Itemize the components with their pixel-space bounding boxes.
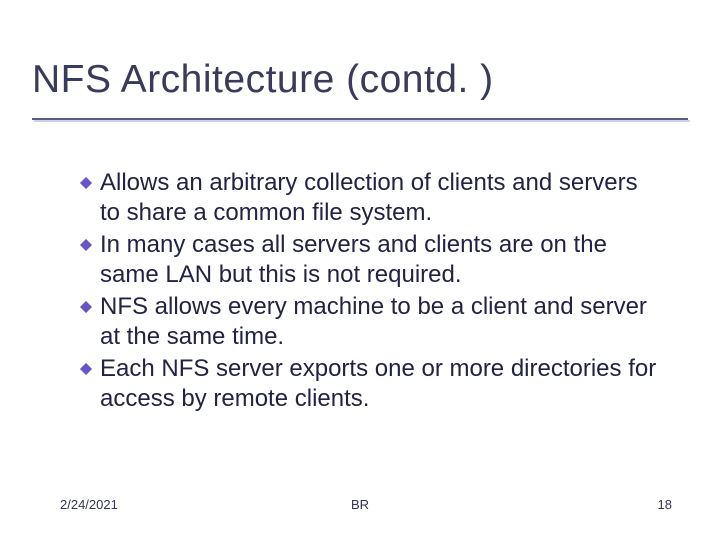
list-item: NFS allows every machine to be a client …: [80, 292, 660, 352]
diamond-bullet-icon: [80, 363, 92, 375]
footer-author: BR: [351, 497, 369, 512]
list-item: Allows an arbitrary collection of client…: [80, 168, 660, 228]
footer-date: 2/24/2021: [60, 497, 118, 512]
slide: NFS Architecture (contd. ) Allows an arb…: [0, 0, 720, 540]
diamond-bullet-icon: [80, 301, 92, 313]
bullet-text: Each NFS server exports one or more dire…: [100, 354, 660, 414]
footer: 2/24/2021 BR 18: [0, 497, 720, 512]
diamond-bullet-icon: [80, 177, 92, 189]
bullet-text: Allows an arbitrary collection of client…: [100, 168, 660, 228]
list-item: Each NFS server exports one or more dire…: [80, 354, 660, 414]
content-area: Allows an arbitrary collection of client…: [80, 168, 660, 416]
title-underline: [32, 118, 688, 120]
footer-page-number: 18: [658, 497, 672, 512]
diamond-bullet-icon: [80, 239, 92, 251]
title-underline-shadow: [34, 120, 690, 122]
list-item: In many cases all servers and clients ar…: [80, 230, 660, 290]
slide-title: NFS Architecture (contd. ): [32, 58, 494, 102]
bullet-text: NFS allows every machine to be a client …: [100, 292, 660, 352]
bullet-text: In many cases all servers and clients ar…: [100, 230, 660, 290]
